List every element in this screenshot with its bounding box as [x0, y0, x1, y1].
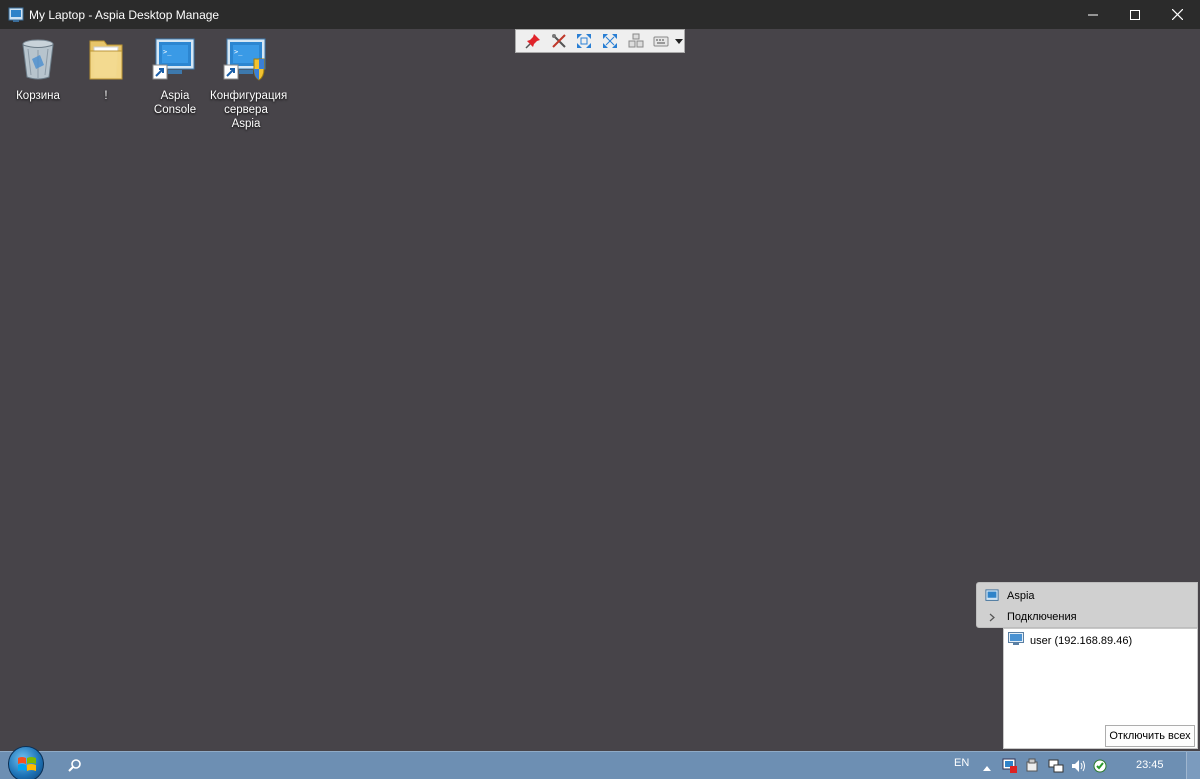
connections-panel: user (192.168.89.46) Отключить всех: [1003, 628, 1198, 749]
fullscreen-button[interactable]: [597, 30, 623, 52]
ctrl-alt-del-button[interactable]: [623, 30, 649, 52]
aspia-app-icon: [8, 7, 24, 23]
desktop-icon-folder[interactable]: !: [70, 35, 142, 103]
desktop-icon-label: Конфигурация сервера Aspia: [210, 90, 288, 130]
desktop-icon-recycle-bin[interactable]: Корзина: [2, 35, 74, 103]
desktop-icon-aspia-server-config[interactable]: >_ Конфигурация сервера Aspia: [210, 35, 288, 131]
desktop-icon-aspia-console[interactable]: >_ Aspia Console: [139, 35, 211, 117]
pin-toolbar-button[interactable]: [520, 30, 546, 52]
folder-icon: [82, 35, 130, 83]
window-titlebar[interactable]: My Laptop - Aspia Desktop Manage: [0, 0, 1200, 29]
aspia-server-config-icon: >_: [222, 35, 270, 83]
tray-overflow-chevron-icon[interactable]: [983, 760, 991, 774]
ctrl-alt-del-icon: [628, 33, 644, 48]
maximize-icon: [1130, 9, 1140, 20]
window-title: My Laptop - Aspia Desktop Manage: [29, 7, 220, 22]
language-indicator[interactable]: EN: [954, 757, 969, 769]
aspia-console-icon: >_: [151, 35, 199, 83]
start-button[interactable]: [8, 746, 44, 779]
svg-text:>_: >_: [234, 48, 243, 56]
keyboard-button[interactable]: [648, 30, 674, 52]
chevron-right-icon: [977, 613, 1007, 622]
aspia-tray-menu: Aspia Подключения: [976, 582, 1198, 628]
close-button[interactable]: [1156, 0, 1198, 29]
desktop-icon-label: Корзина: [16, 90, 60, 102]
fullscreen-icon: [602, 34, 617, 48]
keyboard-dropdown-button[interactable]: [674, 30, 684, 52]
show-desktop-button[interactable]: [1186, 752, 1200, 779]
connection-label: user (192.168.89.46): [1030, 634, 1133, 647]
fit-window-icon: [577, 34, 592, 48]
minimize-button[interactable]: [1072, 0, 1114, 29]
disconnect-all-button[interactable]: Отключить всех: [1105, 725, 1195, 747]
recycle-bin-icon: [14, 35, 62, 83]
close-icon: [1171, 9, 1183, 20]
security-status-icon[interactable]: [1092, 758, 1108, 774]
chevron-down-icon: [675, 38, 684, 44]
settings-tools-icon: [551, 34, 566, 48]
desktop-icon-label: Aspia Console: [153, 90, 197, 116]
usb-device-icon[interactable]: [1024, 758, 1040, 774]
aspia-tray-icon[interactable]: [1002, 758, 1018, 774]
aspia-app-icon: [977, 589, 1007, 603]
aspia-app-label: Aspia: [1007, 590, 1035, 602]
keyboard-icon: [653, 36, 669, 47]
minimize-icon: [1088, 14, 1098, 15]
aspia-menu-item-connections[interactable]: Подключения: [977, 606, 1197, 628]
pin-icon: [525, 34, 540, 49]
maximize-button[interactable]: [1114, 0, 1156, 29]
taskbar: EN 23:45: [0, 746, 1200, 779]
monitor-icon: [1008, 632, 1024, 649]
svg-text:>_: >_: [163, 48, 172, 56]
fit-window-button[interactable]: [571, 30, 597, 52]
taskbar-clock[interactable]: 23:45: [1136, 759, 1164, 771]
remote-toolbar: [515, 29, 685, 53]
settings-tools-button[interactable]: [546, 30, 572, 52]
connection-item[interactable]: user (192.168.89.46): [1008, 632, 1132, 649]
connections-label: Подключения: [1007, 611, 1077, 623]
desktop-icon-label: !: [104, 90, 108, 102]
network-icon[interactable]: [1048, 758, 1064, 774]
aspia-menu-item-app[interactable]: Aspia: [977, 585, 1197, 607]
search-icon[interactable]: [68, 758, 82, 775]
windows-logo-icon: [18, 757, 36, 771]
volume-icon[interactable]: [1070, 758, 1086, 774]
